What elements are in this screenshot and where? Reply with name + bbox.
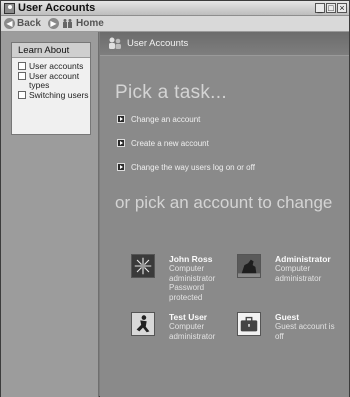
- back-button[interactable]: Back: [17, 18, 41, 30]
- account-description: Computer administrator: [275, 264, 322, 283]
- help-document-icon: [18, 91, 26, 99]
- learn-item-user-accounts[interactable]: User accounts: [12, 62, 90, 71]
- account-name: Administrator: [275, 254, 331, 264]
- learn-item-label: Switching users: [29, 90, 89, 100]
- window-title: User Accounts: [18, 2, 96, 14]
- task-label: Change an account: [131, 115, 201, 124]
- task-create-account[interactable]: Create a new account: [117, 139, 209, 149]
- account-name: Guest: [275, 312, 300, 322]
- forward-arrow-icon[interactable]: ▶: [48, 18, 59, 29]
- sidebar: Learn About User accounts User account t…: [1, 32, 99, 397]
- briefcase-picture-icon: [237, 312, 261, 336]
- close-button[interactable]: ×: [337, 3, 347, 13]
- title-bar[interactable]: User Accounts _ □ ×: [1, 1, 349, 16]
- task-arrow-icon: [117, 163, 125, 171]
- task-change-logon[interactable]: Change the way users log on or off: [117, 163, 255, 173]
- learn-item-label: User account types: [29, 71, 80, 90]
- task-label: Change the way users log on or off: [131, 163, 255, 172]
- learn-item-label: User accounts: [29, 61, 84, 71]
- account-description: Computer administrator Password protecte…: [169, 264, 216, 302]
- maximize-button[interactable]: □: [326, 3, 336, 13]
- account-name: John Ross: [169, 254, 213, 264]
- user-accounts-app-icon: [4, 3, 15, 14]
- horse-picture-icon: [237, 254, 261, 278]
- help-document-icon: [18, 62, 26, 70]
- learn-item-switching-users[interactable]: Switching users: [12, 91, 90, 100]
- page-title: User Accounts: [127, 38, 189, 49]
- pick-task-heading: Pick a task...: [115, 82, 227, 103]
- users-icon: [109, 37, 121, 49]
- flower-picture-icon: [131, 254, 155, 278]
- task-label: Create a new account: [131, 139, 209, 148]
- learn-about-heading: Learn About: [12, 43, 90, 58]
- help-document-icon: [18, 72, 26, 80]
- learn-item-user-account-types[interactable]: User account types: [12, 72, 90, 90]
- skater-picture-icon: [131, 312, 155, 336]
- task-arrow-icon: [117, 115, 125, 123]
- task-arrow-icon: [117, 139, 125, 147]
- task-change-account[interactable]: Change an account: [117, 115, 200, 125]
- main-header: User Accounts: [100, 32, 349, 56]
- learn-about-panel: Learn About User accounts User account t…: [11, 42, 91, 135]
- home-icon[interactable]: [63, 19, 73, 28]
- account-name: Test User: [169, 312, 208, 322]
- main-panel: User Accounts Pick a task... Change an a…: [100, 32, 349, 397]
- back-arrow-icon[interactable]: ◀: [4, 18, 15, 29]
- home-button[interactable]: Home: [76, 18, 104, 30]
- account-description: Guest account is off: [275, 322, 335, 341]
- pick-account-heading: or pick an account to change: [115, 193, 333, 212]
- navigation-toolbar: ◀ Back ▶ Home: [1, 16, 349, 32]
- minimize-button[interactable]: _: [315, 3, 325, 13]
- user-accounts-window: User Accounts _ □ × ◀ Back ▶ Home Learn …: [0, 0, 350, 397]
- account-description: Computer administrator: [169, 322, 216, 341]
